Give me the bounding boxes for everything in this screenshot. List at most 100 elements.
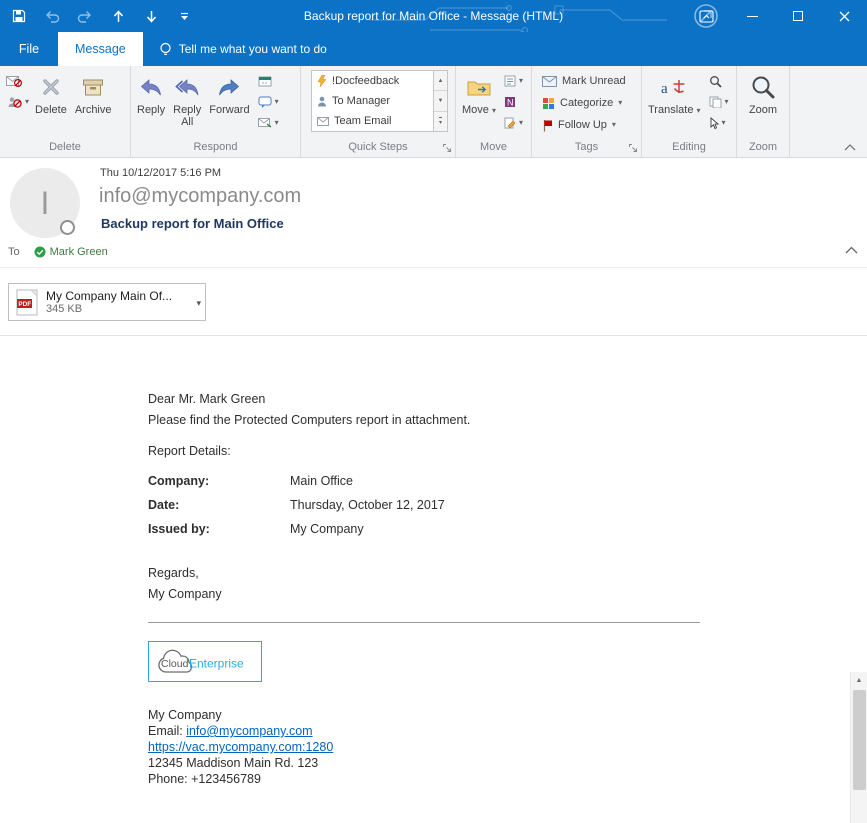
delete-icon xyxy=(43,79,59,95)
zoom-button[interactable]: Zoom xyxy=(745,69,781,140)
message-subject: Backup report for Main Office xyxy=(101,216,284,231)
group-label-move: Move xyxy=(480,141,507,153)
redo-button[interactable] xyxy=(76,7,94,25)
mark-unread-icon xyxy=(542,75,557,87)
gallery-scroll-up-button[interactable]: ▲ xyxy=(434,71,447,90)
dropdown-icon: ▾ xyxy=(274,97,279,106)
gallery-more-button[interactable]: ▾ xyxy=(434,110,447,131)
ribbon-group-quick-steps: !Docfeedback To Manager Team Email ▲ ▼ ▾… xyxy=(301,66,456,157)
site-link[interactable]: https://vac.mycompany.com:1280 xyxy=(148,740,333,754)
table-row: Date: Thursday, October 12, 2017 xyxy=(148,493,748,517)
collapse-header-button[interactable] xyxy=(845,241,858,259)
table-row: Issued by: My Company xyxy=(148,517,748,541)
categorize-button[interactable]: Categorize ▾ xyxy=(542,94,626,112)
ribbon-display-options-button[interactable] xyxy=(683,0,729,32)
attachment-card[interactable]: PDF My Company Main Of... 345 KB ▾ xyxy=(8,283,206,321)
rules-button[interactable]: ▾ xyxy=(504,73,523,89)
undo-button[interactable] xyxy=(43,7,61,25)
dialog-launcher-icon xyxy=(629,144,637,152)
reply-all-button[interactable]: Reply All xyxy=(169,69,205,140)
undo-icon xyxy=(46,10,60,23)
minimize-button[interactable] xyxy=(729,0,775,32)
group-label-editing: Editing xyxy=(672,141,706,153)
email-link[interactable]: info@mycompany.com xyxy=(186,724,312,738)
recipient-chip[interactable]: Mark Green xyxy=(34,246,108,258)
quick-step-to-manager[interactable]: To Manager xyxy=(312,91,433,111)
group-label-quick-steps: Quick Steps xyxy=(301,140,455,157)
ribbon: ▾ Delete Archive Delete Reply Reply All … xyxy=(0,66,867,158)
ribbon-display-options-icon xyxy=(698,9,714,23)
move-folder-icon xyxy=(467,81,491,96)
lightbulb-icon xyxy=(160,42,171,55)
ignore-button[interactable] xyxy=(6,73,29,89)
onenote-button[interactable]: N xyxy=(504,94,523,110)
quick-steps-dialog-launcher[interactable] xyxy=(442,143,453,154)
delete-button[interactable]: Delete xyxy=(31,69,71,140)
previous-item-button[interactable] xyxy=(109,7,127,25)
archive-icon xyxy=(83,79,104,95)
related-button[interactable]: ▾ xyxy=(709,94,729,110)
to-label: To xyxy=(8,246,20,258)
detail-value: Thursday, October 12, 2017 xyxy=(290,498,445,512)
actions-button[interactable]: ▾ xyxy=(504,115,523,131)
quick-access-toolbar xyxy=(10,0,193,32)
follow-up-button[interactable]: Follow Up ▾ xyxy=(542,116,626,134)
quick-steps-label-text: Quick Steps xyxy=(348,141,408,153)
table-row: Company: Main Office xyxy=(148,469,748,493)
collapse-ribbon-button[interactable] xyxy=(843,142,857,152)
im-button[interactable]: ▾ xyxy=(258,94,279,110)
save-button[interactable] xyxy=(10,7,28,25)
details-heading: Report Details: xyxy=(148,444,231,458)
greeting-text: Dear Mr. Mark Green xyxy=(148,392,266,406)
intro-text: Please find the Protected Computers repo… xyxy=(148,413,471,427)
scrollbar-thumb[interactable] xyxy=(853,690,866,790)
junk-icon xyxy=(8,97,22,108)
scrollbar-up-button[interactable]: ▲ xyxy=(851,672,867,689)
ribbon-group-editing: a Translate ▾ ▾ ▾ Editing xyxy=(642,66,737,157)
signature-divider xyxy=(148,622,700,623)
quick-step-docfeedback[interactable]: !Docfeedback xyxy=(312,71,433,91)
gallery-scroll-down-button[interactable]: ▼ xyxy=(434,90,447,110)
quick-step-label: Team Email xyxy=(334,115,392,127)
tell-me-label: Tell me what you want to do xyxy=(178,42,327,56)
tab-message[interactable]: Message xyxy=(58,32,143,66)
tags-label-text: Tags xyxy=(574,141,599,153)
signature-block: My Company Email: info@mycompany.com htt… xyxy=(148,707,748,787)
lightning-icon xyxy=(317,75,327,87)
detail-label: Issued by: xyxy=(148,522,210,536)
mark-unread-button[interactable]: Mark Unread xyxy=(542,72,626,90)
regards-company-text: My Company xyxy=(148,587,222,601)
reply-button[interactable]: Reply xyxy=(133,69,169,140)
ribbon-group-zoom: Zoom Zoom xyxy=(737,66,790,157)
zoom-label: Zoom xyxy=(748,104,778,116)
move-button[interactable]: Move ▾ xyxy=(458,69,500,140)
attachments-area: PDF My Company Main Of... 345 KB ▾ xyxy=(0,268,867,336)
select-button[interactable]: ▾ xyxy=(709,115,729,131)
junk-button[interactable]: ▾ xyxy=(6,94,29,110)
quick-step-team-email[interactable]: Team Email xyxy=(312,111,433,131)
close-button[interactable] xyxy=(821,0,867,32)
archive-button[interactable]: Archive xyxy=(71,69,116,140)
attachment-name: My Company Main Of... xyxy=(46,288,173,303)
meeting-button[interactable] xyxy=(258,73,279,89)
dropdown-icon: ▾ xyxy=(518,118,523,127)
maximize-button[interactable] xyxy=(775,0,821,32)
find-button[interactable] xyxy=(709,73,729,89)
detail-value: Main Office xyxy=(290,474,353,488)
forward-button[interactable]: Forward xyxy=(205,69,253,140)
next-item-button[interactable] xyxy=(142,7,160,25)
more-respond-button[interactable]: ▾ xyxy=(257,115,279,131)
tell-me-box[interactable]: Tell me what you want to do xyxy=(159,32,327,66)
attachment-dropdown-icon[interactable]: ▾ xyxy=(196,298,201,309)
tags-dialog-launcher[interactable] xyxy=(628,143,639,154)
sender-address[interactable]: info@mycompany.com xyxy=(99,185,301,208)
detail-value: My Company xyxy=(290,522,364,536)
ribbon-group-tags: Mark Unread Categorize ▾ Follow Up ▾ Tag xyxy=(532,66,642,157)
categorize-icon xyxy=(543,97,554,109)
svg-text:a: a xyxy=(661,81,668,97)
customize-qat-button[interactable] xyxy=(175,7,193,25)
ribbon-group-respond: Reply Reply All Forward ▾ ▾ Respond xyxy=(131,66,301,157)
translate-button[interactable]: a Translate ▾ xyxy=(644,69,705,140)
vertical-scrollbar[interactable]: ▲ ▼ xyxy=(850,672,867,823)
tab-file[interactable]: File xyxy=(0,32,58,66)
